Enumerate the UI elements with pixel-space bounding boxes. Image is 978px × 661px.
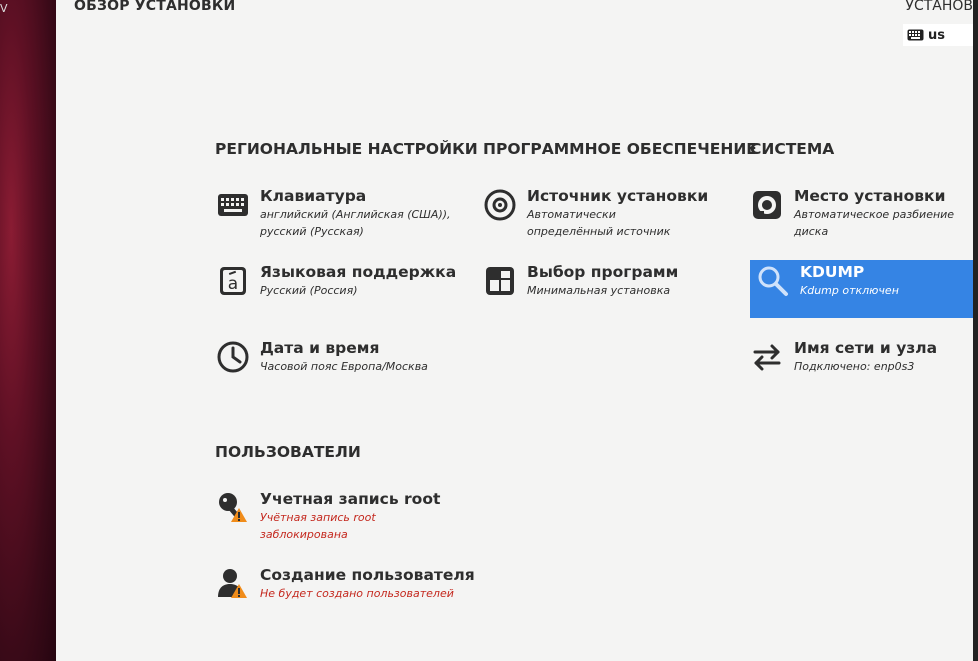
user-icon-wrapper xyxy=(216,567,250,601)
spoke-root-status: Учётная запись root заблокирована xyxy=(260,511,376,541)
spoke-software-selection[interactable]: Выбор программ Минимальная установка xyxy=(483,262,733,299)
package-icon xyxy=(486,267,514,295)
spoke-kdump-title: KDUMP xyxy=(800,263,865,281)
spoke-user-title: Создание пользователя xyxy=(260,566,475,584)
spoke-install-destination-title: Место установки xyxy=(794,187,946,205)
sidebar-glyph: ᐯ xyxy=(0,2,8,15)
install-title: УСТАНОВ xyxy=(905,0,973,14)
main-panel: ОБЗОР УСТАНОВКИ УСТАНОВ us РЕГИОНАЛЬНЫЕ … xyxy=(56,0,973,661)
spoke-datetime[interactable]: Дата и время Часовой пояс Европа/Москва xyxy=(216,338,466,375)
disk-icon xyxy=(753,191,781,219)
spoke-network-title: Имя сети и узла xyxy=(794,339,938,357)
spoke-keyboard-status: английский (Английская (США)), русский (… xyxy=(260,208,451,238)
spoke-user-creation[interactable]: Создание пользователя Не будет создано п… xyxy=(216,565,496,602)
keyboard-layout-indicator[interactable]: us xyxy=(903,24,973,46)
spoke-install-source-title: Источник установки xyxy=(527,187,709,205)
clock-icon xyxy=(217,341,249,373)
sidebar: ᐯ xyxy=(0,0,56,661)
page-title: ОБЗОР УСТАНОВКИ xyxy=(74,0,236,14)
keyboard-icon xyxy=(218,194,248,216)
spoke-install-destination[interactable]: Место установки Автоматическое разбиение… xyxy=(750,186,973,240)
install-source-icon xyxy=(484,189,516,221)
spoke-install-destination-status: Автоматическое разбиение диска xyxy=(794,208,955,238)
window-edge xyxy=(973,0,978,661)
root-icon-wrapper xyxy=(216,491,250,525)
spoke-kdump-status: Kdump отключен xyxy=(800,284,899,297)
spoke-software-selection-title: Выбор программ xyxy=(527,263,679,281)
language-icon: a xyxy=(220,267,246,295)
spoke-language[interactable]: a Языковая поддержка Русский (Россия) xyxy=(216,262,466,299)
svg-text:a: a xyxy=(228,274,238,294)
search-icon xyxy=(758,266,788,296)
spoke-datetime-title: Дата и время xyxy=(260,339,380,357)
spoke-software-selection-status: Минимальная установка xyxy=(527,284,671,297)
spoke-root-title: Учетная запись root xyxy=(260,490,441,508)
section-heading-users: ПОЛЬЗОВАТЕЛИ xyxy=(215,443,361,461)
spoke-install-source[interactable]: Источник установки Автоматически определ… xyxy=(483,186,733,240)
spoke-kdump[interactable]: KDUMP Kdump отключен xyxy=(750,260,973,318)
spoke-language-title: Языковая поддержка xyxy=(260,263,457,281)
spoke-datetime-status: Часовой пояс Европа/Москва xyxy=(260,360,428,373)
spoke-install-source-status: Автоматически определённый источник xyxy=(527,208,671,238)
spoke-user-status: Не будет создано пользователей xyxy=(260,587,454,600)
network-arrows-icon xyxy=(753,344,781,371)
keyboard-layout-label: us xyxy=(928,27,945,43)
keyboard-icon xyxy=(907,29,924,41)
warning-icon xyxy=(231,508,247,522)
spoke-network[interactable]: Имя сети и узла Подключено: enp0s3 xyxy=(750,338,973,375)
spoke-network-status: Подключено: enp0s3 xyxy=(794,360,915,373)
section-heading-software: ПРОГРАММНОЕ ОБЕСПЕЧЕНИЕ xyxy=(483,140,757,158)
section-heading-system: СИСТЕМА xyxy=(750,140,835,158)
section-heading-localization: РЕГИОНАЛЬНЫЕ НАСТРОЙКИ xyxy=(215,140,478,158)
spoke-keyboard[interactable]: Клавиатура английский (Английская (США))… xyxy=(216,186,466,240)
spoke-language-status: Русский (Россия) xyxy=(260,284,358,297)
spoke-keyboard-title: Клавиатура xyxy=(260,187,367,205)
warning-icon xyxy=(231,584,247,598)
spoke-root-account[interactable]: Учетная запись root Учётная запись root … xyxy=(216,489,476,543)
